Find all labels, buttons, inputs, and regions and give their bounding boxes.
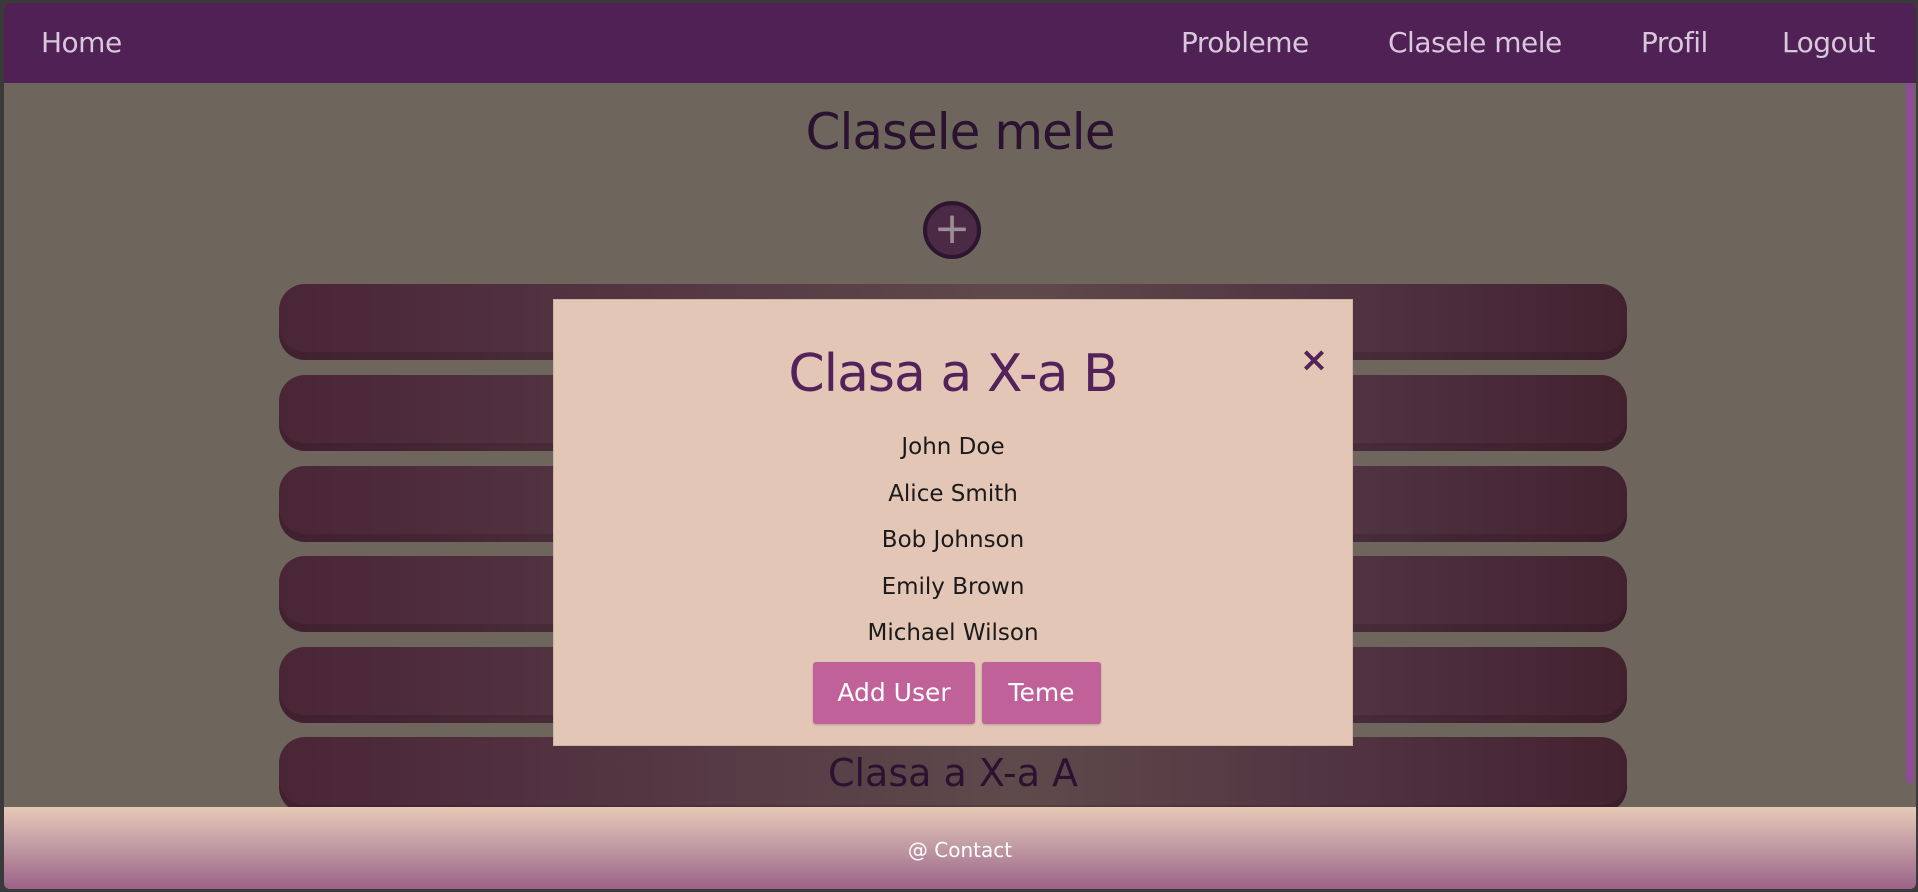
page-title: Clasele mele: [805, 103, 1116, 161]
app-frame: Home Probleme Clasele mele Profil Logout…: [4, 3, 1916, 889]
member-list-item: Emily Brown: [881, 574, 1025, 600]
scrollbar-thumb[interactable]: [1906, 83, 1914, 783]
member-list-item: Michael Wilson: [867, 620, 1039, 646]
modal-title: Clasa a X-a B: [788, 344, 1118, 404]
nav-profil[interactable]: Profil: [1641, 26, 1708, 59]
add-class-button[interactable]: +: [923, 201, 981, 259]
member-list-item: Bob Johnson: [881, 527, 1025, 553]
contact-link[interactable]: @ Contact: [4, 838, 1916, 862]
page-scrollbar[interactable]: [1904, 83, 1916, 807]
class-item-label: Clasa a X-a A: [827, 751, 1079, 795]
nav-home[interactable]: Home: [41, 26, 122, 59]
top-navbar: Home Probleme Clasele mele Profil Logout: [4, 3, 1916, 83]
class-details-modal: Clasa a X-a B × John Doe Alice Smith Bob…: [553, 299, 1353, 746]
member-list-item: John Doe: [901, 434, 1005, 460]
close-icon[interactable]: ×: [1294, 340, 1334, 380]
nav-logout[interactable]: Logout: [1782, 26, 1875, 59]
add-user-button[interactable]: Add User: [813, 662, 975, 724]
plus-icon: +: [933, 203, 971, 254]
nav-probleme[interactable]: Probleme: [1181, 26, 1309, 59]
teme-button[interactable]: Teme: [982, 662, 1101, 724]
member-list-item: Alice Smith: [888, 481, 1018, 507]
class-item-clasa-x-a[interactable]: Clasa a X-a A: [279, 737, 1627, 813]
footer: @ Contact: [4, 807, 1916, 889]
nav-clasele-mele[interactable]: Clasele mele: [1388, 26, 1562, 59]
